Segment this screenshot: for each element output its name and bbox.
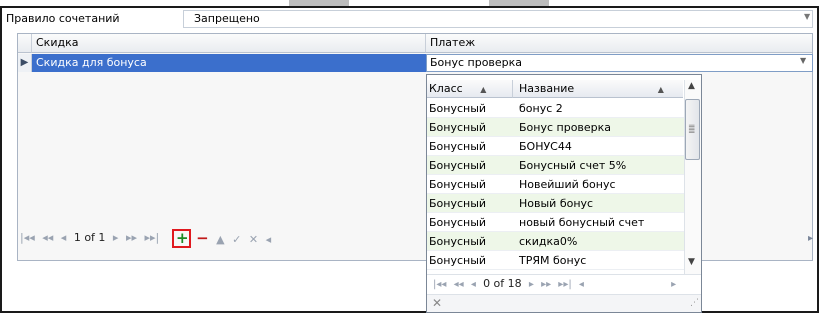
chevron-down-icon[interactable]: ▼ bbox=[804, 12, 810, 21]
popup-cell-class: Бонусный bbox=[429, 235, 487, 248]
column-header-discount[interactable]: Скидка bbox=[32, 34, 426, 53]
popup-cell-class: Бонусный bbox=[429, 178, 487, 191]
next-page-icon[interactable]: ▸▸ bbox=[126, 228, 137, 248]
next-record-icon[interactable]: ▸ bbox=[113, 228, 119, 248]
popup-column-class[interactable]: Класс ▲ bbox=[427, 80, 513, 98]
popup-page-indicator: 0 of 18 bbox=[483, 277, 522, 290]
popup-cell-name: Бонусный счет 5% bbox=[519, 159, 627, 172]
popup-cell-name: ТРЯМ бонус bbox=[519, 254, 587, 267]
add-record-icon[interactable]: + bbox=[176, 228, 189, 248]
first-page-icon[interactable]: |◂◂ bbox=[433, 276, 446, 294]
rule-select-value: Запрещено bbox=[194, 12, 260, 25]
popup-cell-name: Новый бонус bbox=[519, 197, 594, 210]
popup-column-name[interactable]: Название ▲ bbox=[513, 80, 683, 98]
popup-cell-name: Бонус проверка bbox=[519, 121, 612, 134]
scroll-down-icon[interactable]: ▼ bbox=[688, 257, 695, 267]
popup-navigator: |◂◂ ◂◂ ◂ 0 of 18 ▸ ▸▸ ▸▸| ◂ ▸ bbox=[427, 274, 701, 292]
popup-list-item[interactable]: Бонусный БОНУС44 bbox=[427, 137, 684, 156]
popup-list-item[interactable]: Бонусный бонус 2 bbox=[427, 99, 684, 118]
popup-cell-class: Бонусный bbox=[429, 254, 487, 267]
grid-page-indicator: 1 of 1 bbox=[73, 231, 106, 244]
prev-record-icon[interactable]: ◂ bbox=[471, 276, 476, 294]
sort-asc-icon: ▲ bbox=[480, 85, 487, 94]
scroll-up-icon[interactable]: ▲ bbox=[688, 81, 695, 91]
popup-cell-name: БОНУС44 bbox=[519, 140, 572, 153]
popup-cell-name: Новейший бонус bbox=[519, 178, 616, 191]
grip-icon: ═ ═ ═ bbox=[689, 122, 695, 138]
clear-icon[interactable]: ✕ bbox=[432, 296, 442, 310]
sort-asc-icon: ▲ bbox=[657, 85, 664, 94]
popup-column-class-label: Класс bbox=[429, 82, 463, 95]
popup-cell-class: Бонусный bbox=[429, 102, 487, 115]
popup-list-item[interactable]: Бонусный ТРЯМ бонус bbox=[427, 251, 684, 270]
popup-list-item[interactable]: Бонусный Бонус проверка bbox=[427, 118, 684, 137]
remove-record-icon[interactable]: − bbox=[196, 228, 209, 248]
next-page-icon[interactable]: ▸▸ bbox=[541, 276, 551, 294]
row-indicator-header bbox=[18, 34, 32, 53]
popup-list-item[interactable]: Бонусный новый бонусный счет bbox=[427, 213, 684, 232]
popup-cell-class: Бонусный bbox=[429, 121, 487, 134]
popup-column-name-label: Название bbox=[519, 82, 575, 95]
popup-cell-name: скидка0% bbox=[519, 235, 578, 248]
discount-cell[interactable]: Скидка для бонуса bbox=[32, 54, 426, 72]
scroll-right-icon[interactable]: ▸ bbox=[671, 276, 676, 294]
scroll-right-icon[interactable]: ▸ bbox=[808, 233, 813, 244]
prev-record-icon[interactable]: ◂ bbox=[61, 228, 67, 248]
row-pointer-icon: ▶ bbox=[18, 54, 32, 72]
popup-list-item[interactable]: Бонусный Новейший бонус bbox=[427, 175, 684, 194]
last-page-icon[interactable]: ▸▸| bbox=[145, 228, 160, 248]
prev-page-icon[interactable]: ◂◂ bbox=[454, 276, 464, 294]
edit-record-icon[interactable]: ▲ bbox=[216, 230, 224, 250]
scroll-left-icon[interactable]: ◂ bbox=[579, 276, 584, 294]
popup-list-item[interactable]: Бонусный Новый бонус bbox=[427, 194, 684, 213]
popup-cell-class: Бонусный bbox=[429, 140, 487, 153]
rule-select[interactable] bbox=[183, 10, 813, 28]
grid-navigator-edit: + − ▲ ✓ ✕ ◂ bbox=[176, 228, 275, 248]
popup-cell-class: Бонусный bbox=[429, 197, 487, 210]
next-record-icon[interactable]: ▸ bbox=[529, 276, 534, 294]
grid-navigator: |◂◂ ◂◂ ◂ 1 of 1 ▸ ▸▸ ▸▸| bbox=[20, 228, 163, 248]
last-page-icon[interactable]: ▸▸| bbox=[558, 276, 571, 294]
rule-label: Правило сочетаний bbox=[6, 12, 120, 25]
popup-cell-name: бонус 2 bbox=[519, 102, 563, 115]
popup-cell-class: Бонусный bbox=[429, 159, 487, 172]
confirm-edit-icon[interactable]: ✓ bbox=[232, 230, 241, 250]
popup-list-item[interactable]: Бонусный скидка0% bbox=[427, 232, 684, 251]
cancel-edit-icon[interactable]: ✕ bbox=[249, 230, 258, 250]
popup-footer bbox=[427, 294, 701, 312]
prev-page-icon[interactable]: ◂◂ bbox=[42, 228, 53, 248]
popup-list-item[interactable]: Бонусный Бонусный счет 5% bbox=[427, 156, 684, 175]
popup-cell-class: Бонусный bbox=[429, 216, 487, 229]
first-page-icon[interactable]: |◂◂ bbox=[20, 228, 35, 248]
popup-cell-name: новый бонусный счет bbox=[519, 216, 645, 229]
resize-grip-icon[interactable]: ⋰ bbox=[690, 298, 699, 308]
scroll-left-icon[interactable]: ◂ bbox=[266, 230, 272, 250]
column-header-payment[interactable]: Платеж bbox=[426, 34, 812, 53]
chevron-down-icon[interactable]: ▼ bbox=[800, 56, 806, 65]
payment-cell-editor[interactable]: Бонус проверка bbox=[426, 54, 813, 72]
